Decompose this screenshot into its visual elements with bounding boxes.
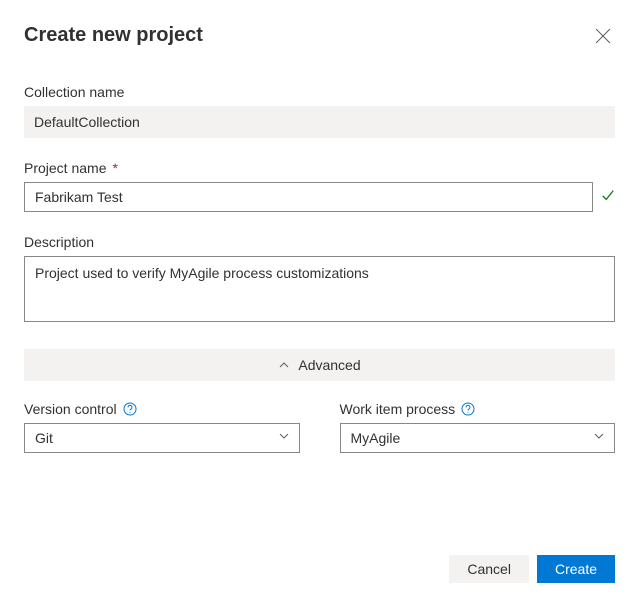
project-name-label: Project name (24, 160, 106, 176)
collection-name-label: Collection name (24, 84, 615, 100)
version-control-select[interactable]: Git (24, 423, 300, 453)
close-icon (595, 32, 611, 47)
description-input[interactable]: Project used to verify MyAgile process c… (24, 256, 615, 322)
collection-name-value: DefaultCollection (24, 106, 615, 138)
required-marker: * (112, 160, 117, 176)
advanced-toggle[interactable]: Advanced (24, 349, 615, 381)
project-name-input[interactable] (24, 182, 593, 212)
help-icon[interactable] (123, 402, 137, 416)
check-icon (601, 188, 615, 207)
create-button[interactable]: Create (537, 555, 615, 583)
advanced-label: Advanced (298, 357, 360, 373)
close-button[interactable] (591, 24, 615, 48)
cancel-button[interactable]: Cancel (449, 555, 529, 583)
description-label: Description (24, 234, 615, 250)
chevron-up-icon (278, 359, 290, 371)
version-control-label: Version control (24, 401, 117, 417)
work-item-process-label: Work item process (340, 401, 456, 417)
help-icon[interactable] (461, 402, 475, 416)
work-item-process-select[interactable]: MyAgile (340, 423, 616, 453)
dialog-title: Create new project (24, 24, 203, 47)
